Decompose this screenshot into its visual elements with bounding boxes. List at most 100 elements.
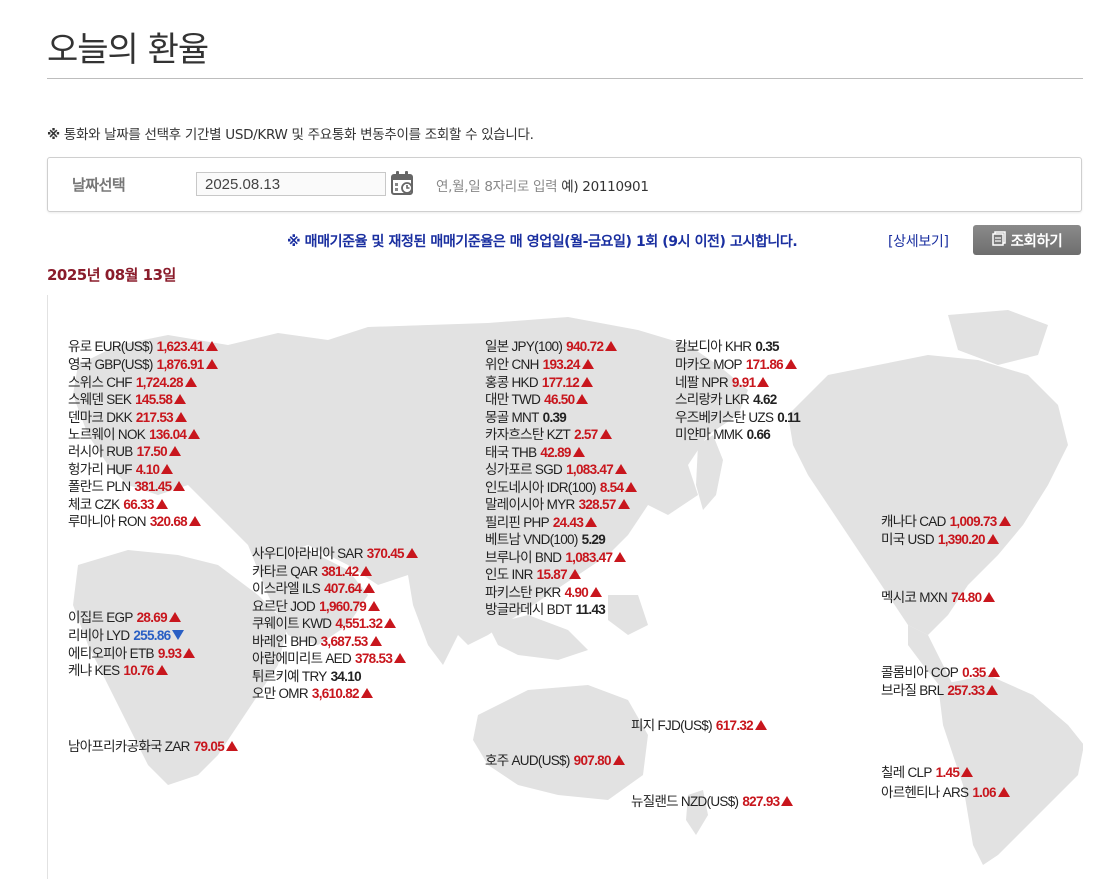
rate-value: 42.89 [540, 445, 571, 460]
rate-value: 8.54 [599, 480, 624, 495]
rate-value: 34.10 [330, 669, 362, 684]
arrow-up-icon [168, 612, 181, 622]
arrow-up-icon [757, 377, 770, 387]
currency-name: 스웨덴 SEK [68, 392, 132, 407]
notice-mark: ※ [47, 127, 60, 143]
rate-item: 태국 THB 42.89 [485, 444, 585, 462]
currency-name: 우즈베키스탄 UZS [675, 410, 774, 425]
rate-item: 캐나다 CAD 1,009.73 [881, 513, 1011, 531]
currency-name: 쿠웨이트 KWD [252, 616, 332, 631]
currency-name: 마카오 MOP [675, 357, 743, 372]
rate-item: 아랍에미리트 AED 378.53 [252, 650, 407, 668]
rate-item: 남아프리카공화국 ZAR 79.05 [68, 738, 239, 756]
rate-item: 루마니아 RON 320.68 [68, 513, 201, 531]
arrow-up-icon [998, 516, 1011, 526]
rate-value: 1,009.73 [949, 514, 998, 529]
date-input[interactable] [196, 172, 386, 196]
calendar-icon[interactable] [391, 170, 415, 196]
rate-value: 5.29 [581, 532, 606, 547]
currency-name: 이스라엘 ILS [252, 581, 321, 596]
rate-item: 러시아 RUB 17.50 [68, 443, 181, 461]
rate-value: 28.69 [136, 610, 168, 625]
detail-view-link[interactable]: [상세보기] [888, 231, 949, 251]
rate-item: 브라질 BRL 257.33 [881, 682, 999, 700]
arrow-up-icon [983, 592, 996, 602]
arrow-up-icon [188, 516, 201, 526]
rate-item: 피지 FJD(US$) 617.32 [631, 717, 767, 735]
rate-value: 407.64 [324, 581, 362, 596]
date-help-example: 예) 20110901 [561, 179, 649, 195]
rate-value: 11.43 [575, 602, 606, 617]
currency-name: 바레인 BHD [252, 634, 317, 649]
currency-name: 에티오피아 ETB [68, 646, 155, 661]
arrow-down-icon [172, 630, 185, 640]
title-divider [47, 78, 1083, 79]
currency-name: 멕시코 MXN [881, 590, 948, 605]
arrow-up-icon [599, 429, 612, 439]
date-help-text: 연,월,일 8자리로 입력 예) 20110901 [436, 175, 649, 195]
rate-item: 호주 AUD(US$) 907.80 [485, 752, 625, 770]
rate-value: 66.33 [123, 497, 154, 512]
currency-name: 스위스 CHF [68, 375, 133, 390]
rate-item: 말레이시아 MYR 328.57 [485, 496, 630, 514]
currency-name: 네팔 NPR [675, 375, 729, 390]
currency-name: 일본 JPY(100) [485, 339, 563, 354]
rate-value: 74.80 [951, 590, 982, 605]
rate-value: 177.12 [541, 375, 580, 390]
arrow-up-icon [625, 482, 638, 492]
rate-item: 이집트 EGP 28.69 [68, 609, 181, 627]
currency-name: 브루나이 BND [485, 550, 562, 565]
arrow-up-icon [576, 394, 589, 404]
date-select-panel: 날짜선택 연,월,일 8자리로 입력 예) 20110901 [47, 157, 1082, 212]
currency-name: 방글라데시 BDT [485, 602, 572, 617]
rate-item: 홍콩 HKD 177.12 [485, 374, 593, 392]
rate-value: 381.45 [134, 479, 172, 494]
arrow-up-icon [572, 447, 585, 457]
currency-name: 헝가리 HUF [68, 462, 133, 477]
rate-item: 체코 CZK 66.33 [68, 496, 168, 514]
arrow-up-icon [615, 464, 628, 474]
arrow-up-icon [155, 665, 168, 675]
arrow-up-icon [369, 636, 382, 646]
rate-value: 0.11 [777, 410, 801, 425]
rate-value: 4.90 [564, 585, 589, 600]
page-title: 오늘의 환율 [47, 30, 209, 70]
date-select-label: 날짜선택 [72, 176, 126, 194]
document-icon [991, 230, 1006, 250]
currency-name: 싱가포르 SGD [485, 462, 563, 477]
rate-value: 0.39 [542, 410, 567, 425]
arrow-up-icon [568, 569, 581, 579]
currency-name: 위안 CNH [485, 357, 539, 372]
rate-value: 0.35 [755, 339, 779, 354]
currency-name: 체코 CZK [68, 497, 120, 512]
arrow-up-icon [363, 583, 376, 593]
date-help-format: 연,월,일 8자리로 입력 [436, 179, 558, 195]
rate-value: 4,551.32 [335, 616, 383, 631]
rate-item: 이스라엘 ILS 407.64 [252, 580, 376, 598]
currency-name: 브라질 BRL [881, 683, 944, 698]
rate-value: 9.91 [731, 375, 756, 390]
currency-name: 사우디아라비아 SAR [252, 546, 363, 561]
arrow-up-icon [205, 341, 218, 351]
info-notice: ※ 통화와 날짜를 선택후 기간별 USD/KRW 및 주요통화 변동추이를 조회… [47, 123, 534, 143]
rate-value: 1,724.28 [135, 375, 184, 390]
rate-value: 1,390.20 [937, 532, 986, 547]
rate-item: 카자흐스탄 KZT 2.57 [485, 426, 612, 444]
rate-item: 파키스탄 PKR 4.90 [485, 584, 603, 602]
rate-item: 에티오피아 ETB 9.93 [68, 645, 196, 663]
rate-date-heading: 2025년 08월 13일 [47, 266, 176, 284]
rate-item: 인도네시아 IDR(100) 8.54 [485, 479, 638, 497]
inquiry-button[interactable]: 조회하기 [973, 225, 1081, 255]
rate-item: 쿠웨이트 KWD 4,551.32 [252, 615, 397, 633]
currency-name: 캄보디아 KHR [675, 339, 752, 354]
currency-name: 아르헨티나 ARS [881, 785, 969, 800]
rate-value: 10.76 [123, 663, 154, 678]
rate-value: 79.05 [193, 739, 225, 754]
rate-value: 1.06 [972, 785, 996, 800]
currency-name: 요르단 JOD [252, 599, 316, 614]
rate-value: 2.57 [574, 427, 598, 442]
currency-name: 케냐 KES [68, 663, 120, 678]
rate-value: 3,687.53 [320, 634, 369, 649]
rate-item: 브루나이 BND 1,083.47 [485, 549, 627, 567]
currency-name: 태국 THB [485, 445, 537, 460]
